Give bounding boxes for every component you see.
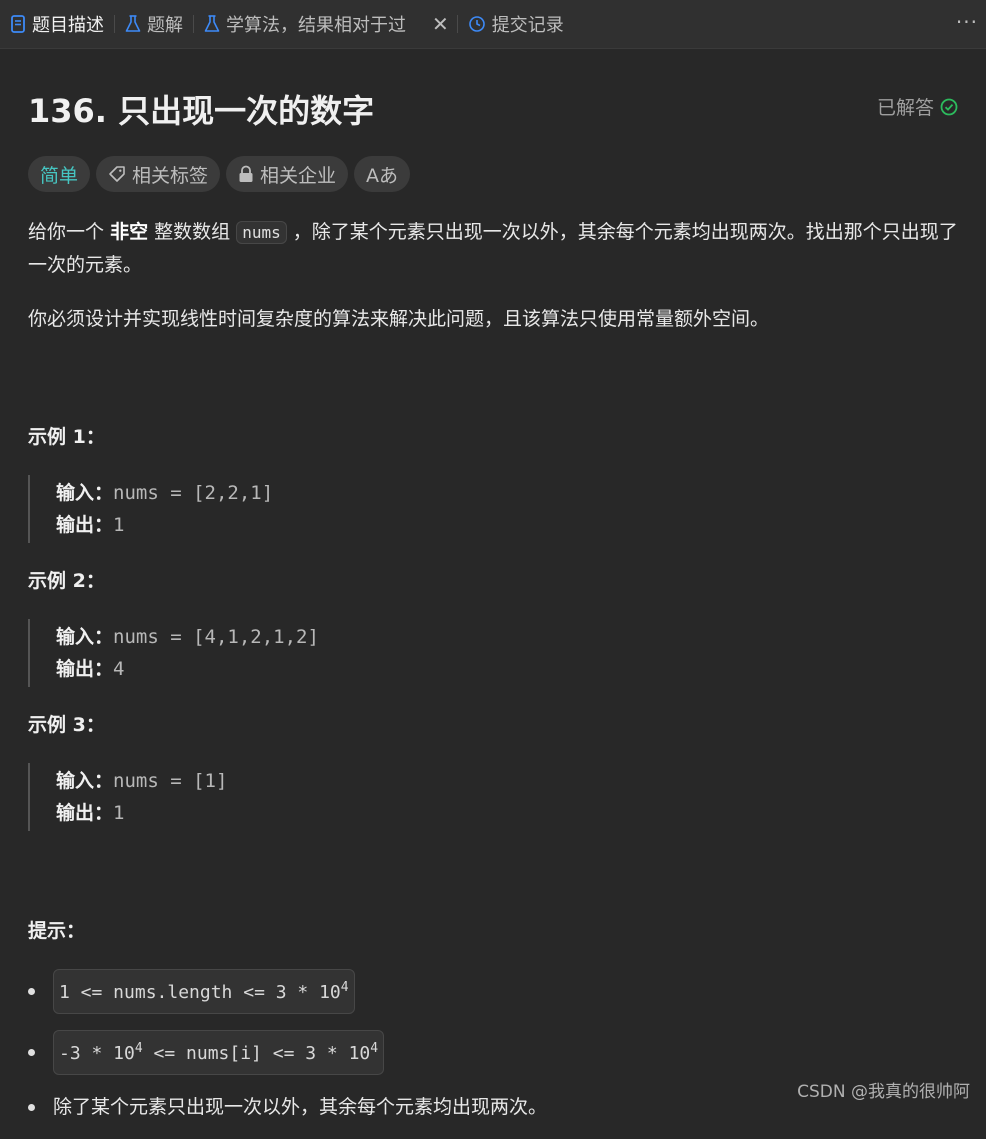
flask-icon: [125, 15, 141, 33]
document-icon: [10, 15, 26, 33]
lock-icon: [238, 165, 254, 183]
statement-emphasis: 非空: [110, 221, 149, 243]
constraint-code: -3 * 104 <= nums[i] <= 3 * 104: [53, 1030, 385, 1075]
translate-icon: Aあ: [366, 164, 399, 187]
tab-submissions[interactable]: 提交记录: [458, 0, 574, 48]
example-block: 输入：nums = [1] 输出：1: [28, 763, 958, 831]
example-title: 示例 3：: [28, 714, 105, 736]
history-clock-icon: [468, 15, 486, 33]
input-value: nums = [4,1,2,1,2]: [113, 626, 319, 648]
input-value: nums = [1]: [113, 770, 228, 792]
tab-submissions-label: 提交记录: [491, 15, 564, 36]
input-label: 输入：: [56, 626, 114, 648]
more-options-icon[interactable]: ···: [956, 10, 978, 34]
example-title: 示例 2：: [28, 570, 105, 592]
problem-title[interactable]: 136. 只出现一次的数字: [28, 86, 374, 132]
check-circle-icon: [940, 98, 958, 116]
inline-code: nums: [236, 221, 287, 244]
solved-label: 已解答: [876, 97, 934, 119]
close-tab-icon[interactable]: ✕: [432, 12, 449, 36]
constraint-text: 1 <= nums.length <= 3 * 10: [59, 982, 341, 1003]
problem-description: 136. 只出现一次的数字 已解答 简单 相关标签 相关企业 Aあ 给你一个 非…: [28, 48, 958, 1139]
constraints-title: 提示：: [28, 920, 86, 942]
constraint-text: 除了某个元素只出现一次以外，其余每个元素均出现两次。: [53, 1096, 548, 1118]
constraint-code: 1 <= nums.length <= 3 * 104: [53, 969, 355, 1014]
output-label: 输出：: [56, 658, 114, 680]
output-value: 1: [113, 802, 125, 824]
constraint-text: <= nums[i] <= 3 * 10: [142, 1043, 371, 1064]
statement-paragraph: 你必须设计并实现线性时间复杂度的算法来解决此问题，且该算法只使用常量额外空间。: [28, 308, 770, 330]
title-row: 136. 只出现一次的数字 已解答: [28, 48, 958, 162]
tab-description-label: 题目描述: [32, 15, 104, 36]
input-label: 输入：: [56, 482, 114, 504]
statement-text: 整数数组: [154, 221, 231, 243]
bullet-dot: [28, 1049, 35, 1056]
solved-status: 已解答: [877, 93, 958, 120]
list-item: 1 <= nums.length <= 3 * 104: [28, 969, 958, 1014]
tab-bar: 题目描述 题解 学算法，结果相对于过 ✕ 提交记录 ···: [0, 0, 986, 49]
output-value: 1: [113, 514, 125, 536]
tab-editorial-label: 学算法，结果相对于过: [226, 15, 406, 36]
exponent: 4: [340, 980, 349, 995]
example-title: 示例 1：: [28, 426, 105, 448]
watermark: CSDN @我真的很帅阿: [797, 1082, 970, 1102]
exponent: 4: [370, 1041, 379, 1056]
output-value: 4: [113, 658, 125, 680]
statement-text: 给你一个: [28, 221, 105, 243]
tag-icon: [108, 165, 126, 183]
constraint-text: -3 * 10: [59, 1043, 135, 1064]
related-companies-label: 相关企业: [260, 164, 337, 187]
bullet-dot: [28, 988, 35, 995]
tab-solutions[interactable]: 题解: [115, 0, 193, 48]
input-value: nums = [2,2,1]: [113, 482, 274, 504]
bullet-dot: [28, 1103, 35, 1111]
output-label: 输出：: [56, 802, 114, 824]
list-item: -3 * 104 <= nums[i] <= 3 * 104: [28, 1030, 958, 1075]
input-label: 输入：: [56, 770, 114, 792]
tab-editorial[interactable]: 学算法，结果相对于过: [194, 0, 426, 48]
exponent: 4: [134, 1041, 143, 1056]
output-label: 输出：: [56, 514, 114, 536]
statement-paragraph: 给你一个 非空 整数数组 nums ，除了某个元素只出现一次以外，其余每个元素均…: [28, 216, 958, 281]
tab-description[interactable]: 题目描述: [0, 0, 114, 48]
flask-icon: [204, 15, 220, 33]
example-block: 输入：nums = [2,2,1] 输出：1: [28, 475, 958, 543]
example-block: 输入：nums = [4,1,2,1,2] 输出：4: [28, 619, 958, 687]
tab-solutions-label: 题解: [147, 15, 183, 36]
problem-statement: 给你一个 非空 整数数组 nums ，除了某个元素只出现一次以外，其余每个元素均…: [28, 216, 958, 1123]
related-tags-label: 相关标签: [132, 164, 209, 187]
